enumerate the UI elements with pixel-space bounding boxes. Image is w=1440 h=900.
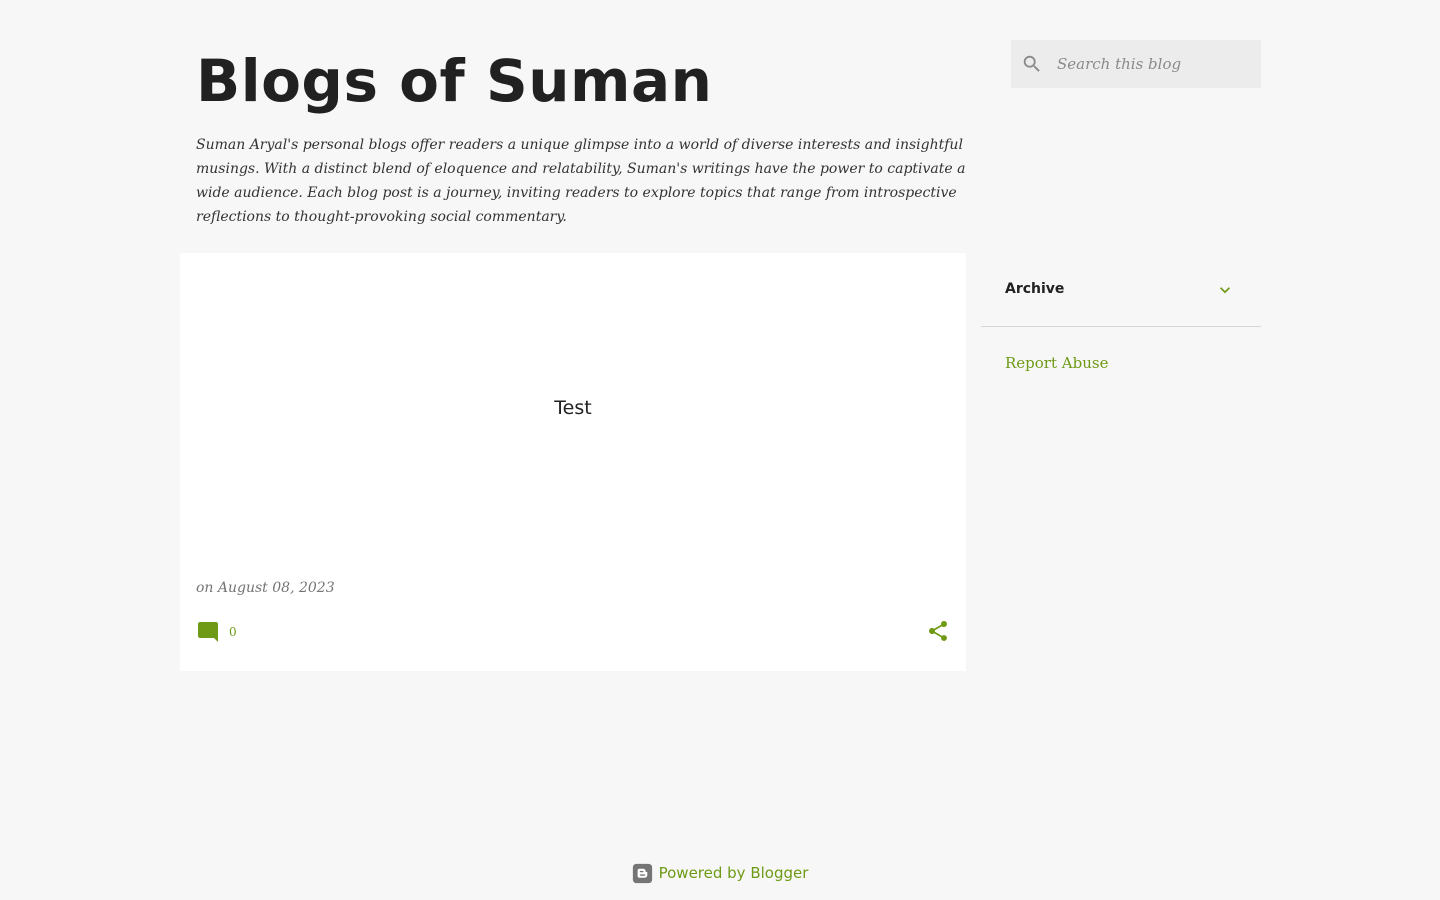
comment-count: 0 [229, 625, 237, 639]
share-icon[interactable] [926, 619, 950, 643]
powered-by-blogger-link[interactable]: Powered by Blogger [632, 863, 809, 884]
comment-icon [198, 622, 218, 642]
blog-title[interactable]: Blogs of Suman [196, 42, 712, 120]
blog-description: Suman Aryal's personal blogs offer reade… [196, 137, 966, 225]
comments-link[interactable]: 0 [196, 619, 237, 645]
search-input[interactable] [1057, 40, 1253, 88]
powered-by-text: Powered by Blogger [658, 864, 809, 882]
archive-title: Archive [1005, 281, 1065, 297]
report-abuse-link[interactable]: Report Abuse [1005, 354, 1108, 372]
post-title[interactable]: Test [180, 397, 966, 419]
post-card: Test on August 08, 2023 0 [180, 253, 966, 671]
blog-page: Blogs of Suman Suman Aryal's personal bl… [0, 0, 1440, 900]
search-box[interactable] [1011, 40, 1261, 88]
chevron-down-icon[interactable] [1215, 280, 1235, 300]
archive-toggle[interactable]: Archive [981, 254, 1261, 327]
footer: Powered by Blogger [0, 860, 1440, 886]
post-date[interactable]: on August 08, 2023 [196, 580, 335, 596]
blogger-icon [632, 863, 652, 883]
search-icon[interactable] [1021, 53, 1043, 75]
